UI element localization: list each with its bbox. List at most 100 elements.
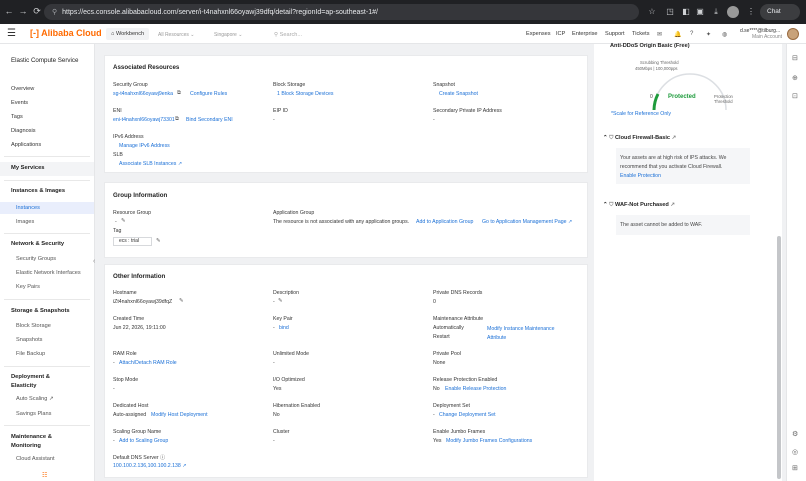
extension-icon[interactable]: ◳: [664, 6, 676, 18]
sidebar-group-maintenance-monitoring[interactable]: Maintenance & Monitoring: [0, 433, 70, 451]
bind-secondary-eni-link[interactable]: Bind Secondary ENI: [186, 117, 233, 123]
brand-logo[interactable]: [-] Alibaba Cloud: [30, 28, 102, 38]
sidebar-item-savings-plans[interactable]: Savings Plans: [16, 411, 51, 417]
right-rail-icon[interactable]: ⊡: [792, 92, 798, 100]
bookmark-star-icon[interactable]: ☆: [646, 6, 658, 18]
icp-link[interactable]: ICP: [556, 31, 565, 37]
external-link-icon[interactable]: ↗: [670, 202, 675, 208]
slb-label: SLB: [113, 152, 123, 158]
sidebar-collapse-icon[interactable]: ‹: [93, 258, 95, 265]
security-group-link[interactable]: sg-t4nahxnl66oyawj9enka: [113, 91, 173, 97]
modify-jumbo-frames-link[interactable]: Modify Jumbo Frames Configurations: [446, 438, 532, 444]
sidebar-item-security-groups[interactable]: Security Groups: [16, 256, 56, 262]
firewall-section-header[interactable]: ⌃ ⛉ Cloud Firewall-Basic ↗: [603, 135, 676, 142]
go-to-app-mgmt-link[interactable]: Go to Application Management Page ↗: [482, 219, 572, 225]
right-rail-icon[interactable]: ◎: [792, 448, 798, 456]
ai-assistant-icon[interactable]: ✦: [706, 31, 711, 38]
sidebar-footer-icon[interactable]: ☷: [42, 472, 47, 479]
sidebar-group-deployment-elasticity[interactable]: Deployment & Elasticity: [0, 373, 70, 391]
sidebar: Elastic Compute Service Overview Events …: [0, 44, 95, 481]
resources-dropdown[interactable]: All Resources ⌄: [158, 32, 194, 38]
extension-icon[interactable]: ◧: [680, 6, 692, 18]
change-deployment-set-link[interactable]: Change Deployment Set: [439, 412, 496, 418]
right-rail-icon[interactable]: ⊕: [792, 74, 798, 82]
expenses-link[interactable]: Expenses: [526, 31, 551, 37]
sidebar-item-tags[interactable]: Tags: [11, 114, 23, 120]
right-rail-icon[interactable]: ⊞: [792, 464, 798, 472]
tickets-link[interactable]: Tickets: [632, 31, 650, 37]
sidebar-group-storage-snapshots[interactable]: Storage & Snapshots: [0, 308, 94, 314]
edit-icon[interactable]: ✎: [121, 218, 126, 224]
sidebar-item-images[interactable]: Images: [16, 219, 34, 225]
edit-icon[interactable]: ✎: [179, 298, 184, 304]
profile-icon[interactable]: [727, 6, 739, 18]
modify-host-deployment-link[interactable]: Modify Host Deployment: [151, 412, 208, 418]
forward-icon[interactable]: →: [16, 6, 30, 16]
enterprise-link[interactable]: Enterprise: [572, 31, 598, 37]
enable-protection-link[interactable]: Enable Protection: [620, 173, 661, 179]
copy-icon[interactable]: ⧉: [177, 90, 181, 97]
sidebar-item-file-backup[interactable]: File Backup: [16, 351, 45, 357]
copy-icon[interactable]: ⧉: [175, 116, 179, 123]
create-snapshot-link[interactable]: Create Snapshot: [439, 91, 478, 97]
add-to-app-group-link[interactable]: Add to Application Group: [416, 219, 473, 225]
enable-release-protection-link[interactable]: Enable Release Protection: [445, 386, 506, 392]
chat-button[interactable]: Chat: [760, 4, 800, 20]
modify-maintenance-link[interactable]: Modify Instance Maintenance Attribute: [487, 325, 567, 343]
help-icon[interactable]: ?: [690, 31, 693, 37]
key-pair-bind-link[interactable]: bind: [279, 325, 289, 331]
stop-mode-value: -: [113, 386, 115, 392]
address-bar[interactable]: ⚲ https://ecs.console.alibabacloud.com/s…: [44, 4, 639, 20]
configure-rules-link[interactable]: Configure Rules: [190, 91, 227, 97]
default-dns-link[interactable]: 100.100.2.136,100.100.2.138 ↗: [113, 463, 187, 469]
hamburger-menu-icon[interactable]: ☰: [7, 28, 16, 39]
sidebar-item-eni[interactable]: Elastic Network Interfaces: [16, 270, 81, 276]
support-link[interactable]: Support: [605, 31, 625, 37]
sidebar-item-snapshots[interactable]: Snapshots: [16, 337, 42, 343]
attach-ram-role-link[interactable]: Attach/Detach RAM Role: [119, 360, 177, 366]
sidebar-item-my-services[interactable]: My Services: [0, 165, 94, 171]
sidebar-group-instances-images[interactable]: Instances & Images: [0, 188, 94, 194]
external-link-icon[interactable]: ↗: [672, 135, 677, 141]
sidebar-item-key-pairs[interactable]: Key Pairs: [16, 284, 40, 290]
search-input[interactable]: ⚲ Search...: [274, 32, 302, 38]
reload-icon[interactable]: ⟳: [30, 6, 44, 17]
downloads-icon[interactable]: ⤓: [710, 6, 722, 18]
edit-icon[interactable]: ✎: [156, 238, 161, 244]
associate-slb-link[interactable]: Associate SLB Instances ↗: [119, 161, 182, 167]
sidebar-item-auto-scaling[interactable]: Auto Scaling ↗: [16, 396, 54, 402]
scrollbar[interactable]: [777, 236, 781, 479]
created-time-label: Created Time: [113, 316, 145, 322]
edit-icon[interactable]: ✎: [278, 298, 283, 304]
block-storage-link[interactable]: 1 Block Storage Devices: [277, 91, 334, 97]
eni-link[interactable]: eni-t4nahxnl66oyawj73301: [113, 117, 175, 123]
region-dropdown[interactable]: Singapore ⌄: [214, 32, 242, 38]
sidebar-item-block-storage[interactable]: Block Storage: [16, 323, 51, 329]
message-icon[interactable]: ✉: [657, 31, 662, 38]
language-icon[interactable]: ◍: [722, 31, 727, 38]
right-rail-icon[interactable]: ⊟: [792, 54, 798, 62]
divider: [4, 233, 90, 234]
avatar[interactable]: [787, 28, 799, 40]
sidebar-item-instances[interactable]: Instances: [16, 205, 40, 211]
site-info-icon[interactable]: ⚲: [52, 8, 57, 16]
settings-icon[interactable]: ⚙: [792, 430, 798, 438]
back-icon[interactable]: ←: [2, 6, 16, 16]
extension-icon[interactable]: ▣: [694, 6, 706, 18]
sidebar-item-overview[interactable]: Overview: [11, 86, 34, 92]
help-circle-icon[interactable]: ⓘ: [160, 455, 165, 461]
sidebar-item-applications[interactable]: Applications: [11, 142, 41, 148]
workbench-button[interactable]: ⌂ Workbench: [106, 28, 150, 40]
manage-ipv6-link[interactable]: Manage IPv6 Address: [119, 143, 170, 149]
account-info[interactable]: d.se****@tilburg... Main Account: [740, 28, 782, 40]
waf-section-header[interactable]: ⌃ ⛉ WAF-Not Purchased ↗: [603, 202, 675, 209]
menu-dots-icon[interactable]: ⋮: [745, 6, 757, 18]
divider: [4, 366, 90, 367]
sidebar-group-network-security[interactable]: Network & Security: [0, 241, 94, 247]
notification-bell-icon[interactable]: 🔔: [674, 31, 681, 38]
add-to-scaling-group-link[interactable]: Add to Scaling Group: [119, 438, 168, 444]
sidebar-item-events[interactable]: Events: [11, 100, 28, 106]
tag-chip[interactable]: ecs : trial: [113, 237, 152, 246]
sidebar-item-cloud-assistant[interactable]: Cloud Assistant: [16, 456, 55, 462]
sidebar-item-diagnosis[interactable]: Diagnosis: [11, 128, 36, 134]
